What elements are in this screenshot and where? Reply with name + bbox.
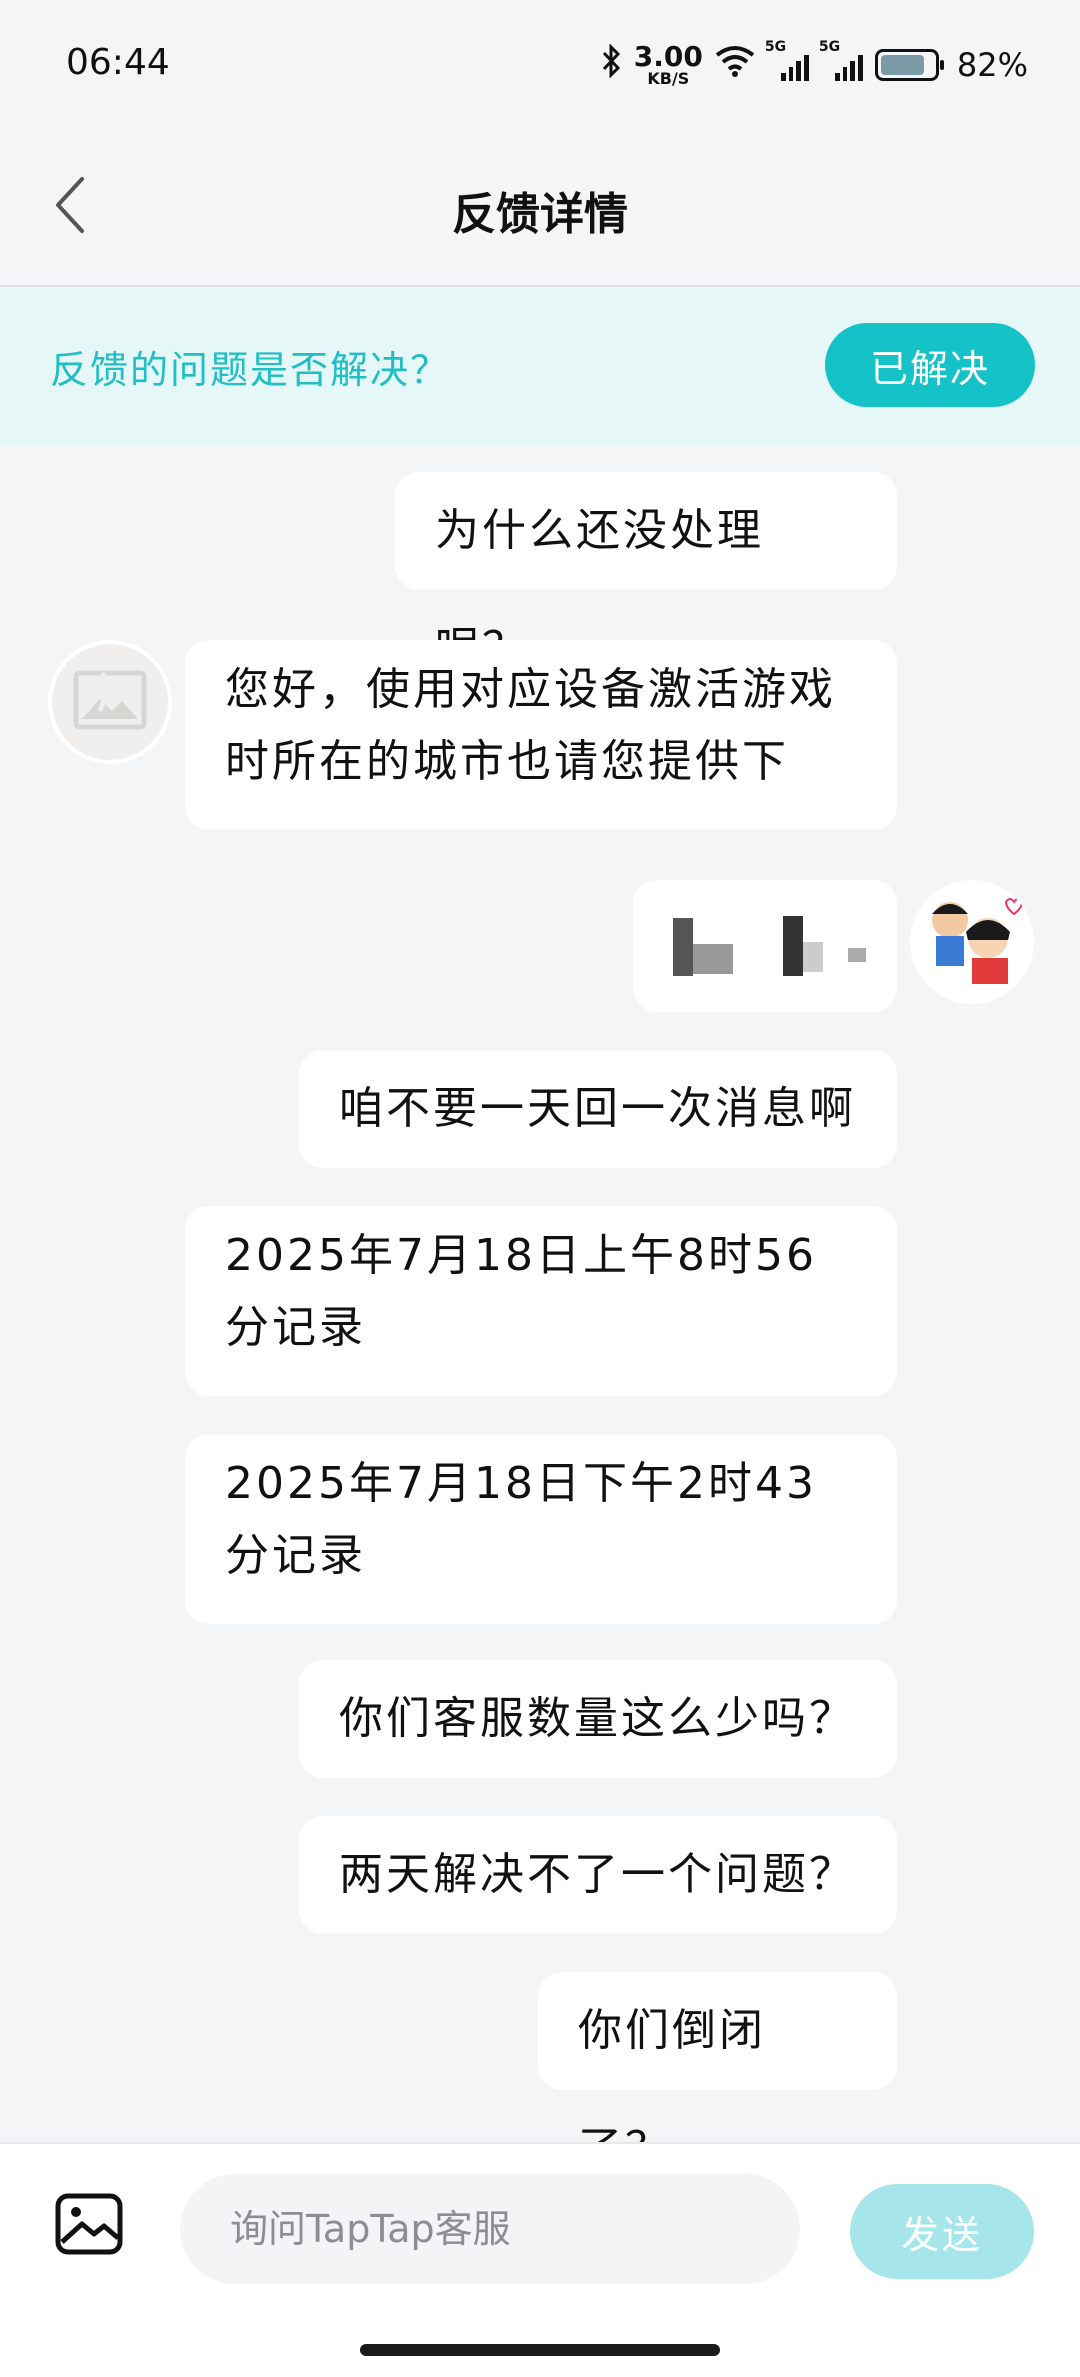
message-text: 2025年7月18日上午8时56分记录 (225, 1230, 817, 1353)
cellular-signal-icon: 5G (819, 39, 863, 81)
message-text: 您好，使用对应设备激活游戏时所在的城市也请您提供下 (225, 664, 836, 787)
record-bubble: 2025年7月18日下午2时43分记录 (185, 1434, 897, 1624)
message-bubble-redacted (633, 880, 897, 1012)
message-text: 2025年7月18日下午2时43分记录 (225, 1458, 817, 1581)
battery-percent: 82% (956, 46, 1028, 84)
network-speed: 3.00 KB/S (633, 40, 703, 88)
nav-bar: 反馈详情 (0, 120, 1080, 287)
redacted-content (673, 916, 866, 976)
image-upload-icon[interactable] (54, 2192, 124, 2256)
message-bubble: 咱不要一天回一次消息啊 (299, 1050, 897, 1168)
input-bar: 发送 (0, 2142, 1080, 2377)
resolve-banner: 反馈的问题是否解决？ 已解决 (0, 287, 1080, 445)
send-button[interactable]: 发送 (850, 2184, 1034, 2279)
agent-avatar[interactable] (48, 640, 172, 764)
message-bubble: 您好，使用对应设备激活游戏时所在的城市也请您提供下 (185, 640, 897, 830)
status-time: 06:44 (66, 42, 170, 83)
home-indicator[interactable] (360, 2344, 720, 2356)
resolve-question: 反馈的问题是否解决？ (50, 348, 451, 392)
message-text: 你们客服数量这么少吗？ (339, 1693, 856, 1744)
resolved-button[interactable]: 已解决 (825, 323, 1035, 407)
status-icons: 3.00 KB/S 5G 5G 82% (600, 39, 1028, 90)
message-bubble: 你们倒闭了？ (538, 1972, 897, 2174)
status-bar: 06:44 3.00 KB/S 5G 5G 82% (0, 0, 1080, 120)
bluetooth-icon (600, 43, 622, 86)
record-bubble: 2025年7月18日上午8时56分记录 (185, 1206, 897, 1396)
user-avatar[interactable] (910, 880, 1034, 1004)
cellular-signal-icon: 5G (765, 39, 809, 81)
message-text: 咱不要一天回一次消息啊 (339, 1083, 856, 1134)
message-bubble: 你们客服数量这么少吗？ (299, 1660, 897, 1778)
message-text: 两天解决不了一个问题？ (339, 1849, 856, 1900)
wifi-icon (715, 45, 755, 85)
message-bubble: 为什么还没处理呢？ (395, 472, 897, 674)
page-title: 反馈详情 (452, 189, 628, 240)
message-bubble: 两天解决不了一个问题？ (299, 1816, 897, 1934)
image-placeholder-icon (70, 665, 150, 739)
message-input[interactable] (180, 2174, 800, 2284)
battery-icon (874, 49, 944, 81)
